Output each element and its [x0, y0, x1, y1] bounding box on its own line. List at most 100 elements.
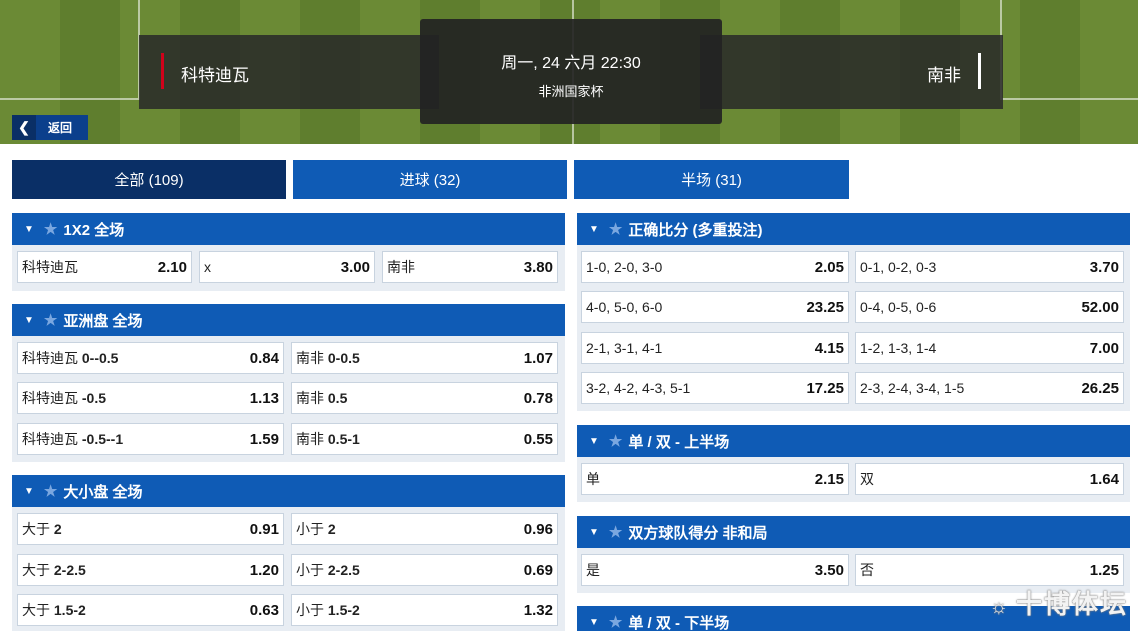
odds-cell[interactable]: 大于 1.5-2 0.63 [17, 594, 284, 626]
selection-label: 单 [586, 471, 600, 487]
chevron-left-icon: ❮ [12, 115, 36, 140]
away-team-mark [978, 53, 981, 89]
market-title: 单 / 双 - 上半场 [628, 433, 730, 451]
odds-cell[interactable]: 4-0, 5-0, 6-0 23.25 [581, 291, 849, 323]
selection-label: 0-4, 0-5, 0-6 [860, 299, 937, 315]
odds-value: 2.15 [814, 470, 844, 488]
total-line: 2-2.5 [53, 562, 86, 578]
selection-label: 南非 [387, 259, 415, 275]
odds-cell[interactable]: 否 1.25 [855, 554, 1124, 586]
star-icon[interactable]: ★ [609, 613, 622, 631]
handicap-line: 0--0.5 [81, 350, 119, 366]
selection-label: 1-0, 2-0, 3-0 [586, 259, 663, 275]
odds-cell[interactable]: x 3.00 [199, 251, 375, 283]
odds-value: 26.25 [1081, 379, 1119, 397]
tab-goals[interactable]: 进球 (32) [293, 160, 567, 199]
tab-all[interactable]: 全部 (109) [12, 160, 286, 199]
team-label: 南非 [296, 350, 324, 366]
odds-cell[interactable]: 南非 0.5-1 0.55 [291, 423, 558, 455]
odds-value: 23.25 [806, 298, 844, 316]
back-label: 返回 [48, 121, 73, 135]
watermark-text: 十博体坛 [1015, 589, 1128, 619]
market-header[interactable]: ▼ ★ 亚洲盘 全场 [12, 304, 565, 336]
odds-cell[interactable]: 科特迪瓦 -0.5--1 1.59 [17, 423, 284, 455]
odds-cell[interactable]: 大于 2-2.5 1.20 [17, 554, 284, 586]
home-team-mark [161, 53, 164, 89]
odds-cell[interactable]: 小于 2 0.96 [291, 513, 558, 545]
market-header[interactable]: ▼ ★ 双方球队得分 非和局 [577, 516, 1130, 548]
market-title: 亚洲盘 全场 [63, 312, 143, 330]
odds-cell[interactable]: 1-0, 2-0, 3-0 2.05 [581, 251, 849, 283]
odds-cell[interactable]: 2-1, 3-1, 4-1 4.15 [581, 332, 849, 364]
odds-value: 2.10 [157, 258, 187, 276]
odds-cell[interactable]: 是 3.50 [581, 554, 849, 586]
triangle-down-icon[interactable]: ▼ [24, 315, 34, 326]
market-header[interactable]: ▼ ★ 1X2 全场 [12, 213, 565, 245]
odds-cell[interactable]: 小于 2-2.5 0.69 [291, 554, 558, 586]
selection-label: 小于 1.5-2 [296, 600, 360, 620]
market-header[interactable]: ▼ ★ 正确比分 (多重投注) [577, 213, 1130, 245]
triangle-down-icon[interactable]: ▼ [589, 527, 599, 538]
odds-cell[interactable]: 南非 0.5 0.78 [291, 382, 558, 414]
odds-cell[interactable]: 单 2.15 [581, 463, 849, 495]
star-icon[interactable]: ★ [609, 432, 622, 450]
market-odd-even-first-half: ▼ ★ 单 / 双 - 上半场 单 2.15 双 1.64 [577, 425, 1130, 502]
home-team-bar: 科特迪瓦 [139, 35, 439, 109]
triangle-down-icon[interactable]: ▼ [589, 436, 599, 447]
selection-label: 0-1, 0-2, 0-3 [860, 259, 937, 275]
odds-cell[interactable]: 1-2, 1-3, 1-4 7.00 [855, 332, 1124, 364]
market-totals: ▼ ★ 大小盘 全场 大于 2 0.91 小于 2 0.96 大于 2-2.5 … [12, 475, 565, 631]
odds-value: 0.63 [249, 601, 279, 619]
odds-value: 0.78 [523, 389, 553, 407]
match-header-banner: 科特迪瓦 南非 周一, 24 六月 22:30 非洲国家杯 ❮ 返回 [0, 0, 1138, 144]
odds-value: 3.80 [523, 258, 553, 276]
star-icon[interactable]: ★ [44, 311, 57, 329]
odds-value: 0.55 [523, 430, 553, 448]
star-icon[interactable]: ★ [609, 523, 622, 541]
star-icon[interactable]: ★ [44, 220, 57, 238]
back-button[interactable]: ❮ 返回 [12, 115, 88, 140]
handicap-line: -0.5 [81, 390, 107, 406]
total-line: 1.5-2 [327, 602, 360, 618]
star-icon[interactable]: ★ [44, 482, 57, 500]
odds-cell[interactable]: 南非 0-0.5 1.07 [291, 342, 558, 374]
selection-label: 2-1, 3-1, 4-1 [586, 340, 663, 356]
market-header[interactable]: ▼ ★ 单 / 双 - 上半场 [577, 425, 1130, 457]
side-label: 大于 [22, 602, 50, 618]
odds-cell[interactable]: 科特迪瓦 -0.5 1.13 [17, 382, 284, 414]
selection-label: 科特迪瓦 [22, 259, 78, 275]
selection-label: 大于 2-2.5 [22, 560, 86, 580]
odds-cell[interactable]: 科特迪瓦 2.10 [17, 251, 192, 283]
odds-cell[interactable]: 2-3, 2-4, 3-4, 1-5 26.25 [855, 372, 1124, 404]
selection-label: 1-2, 1-3, 1-4 [860, 340, 937, 356]
star-icon[interactable]: ★ [609, 220, 622, 238]
odds-value: 1.07 [523, 349, 553, 367]
handicap-line: 0.5-1 [327, 431, 360, 447]
weibo-logo-icon: ☼ [989, 596, 1010, 618]
odds-value: 0.91 [249, 520, 279, 538]
selection-label: 2-3, 2-4, 3-4, 1-5 [860, 380, 965, 396]
match-league: 非洲国家杯 [538, 84, 604, 99]
odds-cell[interactable]: 双 1.64 [855, 463, 1124, 495]
triangle-down-icon[interactable]: ▼ [24, 224, 34, 235]
side-label: 小于 [296, 602, 324, 618]
selection-label: 南非 0-0.5 [296, 348, 360, 368]
odds-cell[interactable]: 南非 3.80 [382, 251, 558, 283]
selection-label: 南非 0.5-1 [296, 429, 360, 449]
triangle-down-icon[interactable]: ▼ [589, 617, 599, 628]
handicap-line: -0.5--1 [81, 431, 124, 447]
odds-cell[interactable]: 小于 1.5-2 1.32 [291, 594, 558, 626]
triangle-down-icon[interactable]: ▼ [24, 486, 34, 497]
market-title: 正确比分 (多重投注) [628, 221, 763, 239]
odds-cell[interactable]: 0-1, 0-2, 0-3 3.70 [855, 251, 1124, 283]
odds-cell[interactable]: 3-2, 4-2, 4-3, 5-1 17.25 [581, 372, 849, 404]
odds-cell[interactable]: 大于 2 0.91 [17, 513, 284, 545]
odds-value: 1.32 [523, 601, 553, 619]
odds-cell[interactable]: 0-4, 0-5, 0-6 52.00 [855, 291, 1124, 323]
odds-value: 0.96 [523, 520, 553, 538]
tab-half[interactable]: 半场 (31) [574, 160, 849, 199]
odds-cell[interactable]: 科特迪瓦 0--0.5 0.84 [17, 342, 284, 374]
selection-label: 大于 1.5-2 [22, 600, 86, 620]
market-header[interactable]: ▼ ★ 大小盘 全场 [12, 475, 565, 507]
triangle-down-icon[interactable]: ▼ [589, 224, 599, 235]
